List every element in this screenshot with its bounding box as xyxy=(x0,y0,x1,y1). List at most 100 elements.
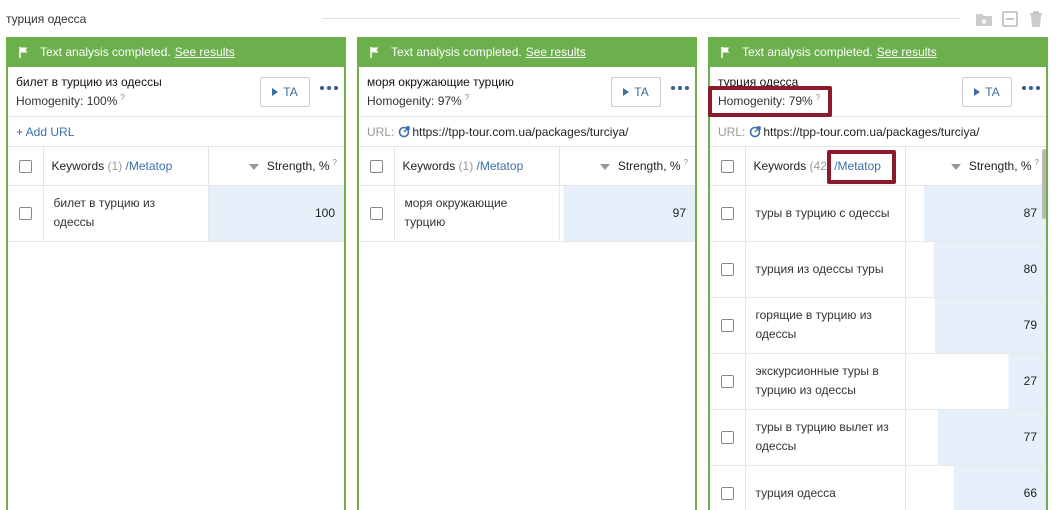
see-results-link[interactable]: See results xyxy=(175,45,235,59)
keyword-count: (42) xyxy=(809,158,831,173)
keywords-column-header[interactable]: Keywords (1) /Metatop xyxy=(43,147,209,186)
url-row: + Add URL xyxy=(8,117,344,147)
strength-value: 77 xyxy=(1023,430,1037,444)
help-icon[interactable]: ? xyxy=(120,93,124,102)
query-card: Text analysis completed. See results билет… xyxy=(6,37,346,510)
strength-value: 27 xyxy=(1023,374,1037,388)
strength-column-header[interactable]: Strength, %? xyxy=(905,147,1046,186)
homogenity-value: Homogenity: 97% xyxy=(367,94,462,108)
add-url-link[interactable]: + Add URL xyxy=(16,125,74,139)
keyword-cell: туры в турцию с одессы xyxy=(745,185,906,242)
keyword-count: (1) xyxy=(107,158,123,173)
see-results-link[interactable]: See results xyxy=(526,45,586,59)
strength-cell: 27 xyxy=(905,353,1046,410)
row-checkbox[interactable] xyxy=(369,207,383,221)
url-row: URL: https://tpp-tour.com.ua/packages/tur… xyxy=(710,117,1046,147)
external-link-icon[interactable] xyxy=(398,125,411,138)
help-icon[interactable]: ? xyxy=(1035,158,1039,167)
keyword-count: (1) xyxy=(458,158,474,173)
play-icon xyxy=(974,88,981,96)
select-all-checkbox[interactable] xyxy=(720,159,734,173)
url-label: URL: xyxy=(367,124,395,139)
url-value[interactable]: https://tpp-tour.com.ua/packages/turciya… xyxy=(763,125,979,139)
more-menu-icon[interactable] xyxy=(671,86,689,90)
table-header: Keywords (1) /Metatop Strength, %? xyxy=(359,147,695,186)
keywords-table: Keywords (42) /Metatop Strength, %? туры в… xyxy=(710,147,1046,510)
ta-button[interactable]: TA xyxy=(962,77,1012,107)
strength-cell: 80 xyxy=(905,241,1046,298)
group-title: турция одесса xyxy=(6,12,87,26)
ta-button[interactable]: TA xyxy=(611,77,661,107)
table-header: Keywords (1) /Metatop Strength, %? xyxy=(8,147,344,186)
metatop-link[interactable]: /Metatop xyxy=(477,159,524,173)
trash-icon[interactable] xyxy=(1027,10,1045,28)
keywords-table: Keywords (1) /Metatop Strength, %? билет в… xyxy=(8,147,344,242)
homogenity: Homogenity: 100%? xyxy=(16,93,125,108)
play-icon xyxy=(272,88,279,96)
select-all-checkbox[interactable] xyxy=(18,159,32,173)
strength-value: 79 xyxy=(1023,318,1037,332)
homogenity-value: Homogenity: 79% xyxy=(718,94,813,108)
strength-column-header[interactable]: Strength, %? xyxy=(559,147,695,186)
row-checkbox[interactable] xyxy=(720,431,734,445)
strength-value: 80 xyxy=(1023,262,1037,276)
row-checkbox[interactable] xyxy=(720,263,734,277)
ta-button-label: TA xyxy=(283,85,298,99)
row-checkbox[interactable] xyxy=(720,487,734,501)
table-row: турция из одессы туры 80 xyxy=(710,241,1046,298)
status-text: Text analysis completed. xyxy=(391,45,522,59)
row-checkbox[interactable] xyxy=(18,207,32,221)
keyword-cell: моря окружающие турцию xyxy=(394,185,560,242)
table-row: туры в турцию вылет из одессы 77 xyxy=(710,409,1046,466)
external-link-icon[interactable] xyxy=(749,125,762,138)
flag-icon xyxy=(19,47,28,58)
table-row: туры в турцию с одессы 87 xyxy=(710,185,1046,242)
folder-add-icon[interactable] xyxy=(975,10,993,28)
keywords-column-header[interactable]: Keywords (42) /Metatop xyxy=(745,147,906,186)
keyword-cell: туры в турцию вылет из одессы xyxy=(745,409,906,466)
help-icon[interactable]: ? xyxy=(816,93,820,102)
table-row: горящие в турцию из одессы 79 xyxy=(710,297,1046,354)
strength-column-header[interactable]: Strength, %? xyxy=(208,147,344,186)
divider xyxy=(322,18,960,19)
row-checkbox[interactable] xyxy=(720,207,734,221)
help-icon[interactable]: ? xyxy=(465,93,469,102)
status-bar: Text analysis completed. See results xyxy=(8,37,344,67)
keyword-cell: турция одесса xyxy=(745,465,906,510)
more-menu-icon[interactable] xyxy=(320,86,338,90)
strength-value: 66 xyxy=(1023,486,1037,500)
metatop-link[interactable]: /Metatop xyxy=(834,159,881,173)
row-checkbox[interactable] xyxy=(720,319,734,333)
flag-icon xyxy=(370,47,379,58)
query-row: турция одесса Homogenity: 79%? TA xyxy=(710,67,1046,117)
keywords-column-header[interactable]: Keywords (1) /Metatop xyxy=(394,147,560,186)
keywords-table: Keywords (1) /Metatop Strength, %? моря ок… xyxy=(359,147,695,242)
help-icon[interactable]: ? xyxy=(333,158,337,167)
url-row: URL: https://tpp-tour.com.ua/packages/tur… xyxy=(359,117,695,147)
strength-cell: 87 xyxy=(905,185,1046,242)
url-label: URL: xyxy=(718,124,746,139)
strength-cell: 79 xyxy=(905,297,1046,354)
strength-value: 87 xyxy=(1023,206,1037,220)
table-row: билет в турцию из одессы 100 xyxy=(8,185,344,242)
homogenity: Homogenity: 79%? xyxy=(718,93,820,108)
homogenity-value: Homogenity: 100% xyxy=(16,94,118,108)
more-menu-icon[interactable] xyxy=(1022,86,1040,90)
table-header: Keywords (42) /Metatop Strength, %? xyxy=(710,147,1046,186)
ta-button[interactable]: TA xyxy=(260,77,310,107)
see-results-link[interactable]: See results xyxy=(877,45,937,59)
sort-down-icon[interactable] xyxy=(248,164,259,171)
metatop-link[interactable]: /Metatop xyxy=(126,159,173,173)
ta-button-label: TA xyxy=(985,85,1000,99)
url-value[interactable]: https://tpp-tour.com.ua/packages/turciya… xyxy=(412,125,628,139)
sort-down-icon[interactable] xyxy=(950,164,961,171)
collapse-icon[interactable] xyxy=(1001,10,1019,28)
select-all-checkbox[interactable] xyxy=(369,159,383,173)
help-icon[interactable]: ? xyxy=(684,158,688,167)
strength-cell: 97 xyxy=(559,185,695,242)
query-title: билет в турцию из одессы xyxy=(16,75,162,89)
row-checkbox[interactable] xyxy=(720,375,734,389)
query-row: моря окружающие турцию Homogenity: 97%? TA xyxy=(359,67,695,117)
sort-down-icon[interactable] xyxy=(599,164,610,171)
keyword-cell: турция из одессы туры xyxy=(745,241,906,298)
